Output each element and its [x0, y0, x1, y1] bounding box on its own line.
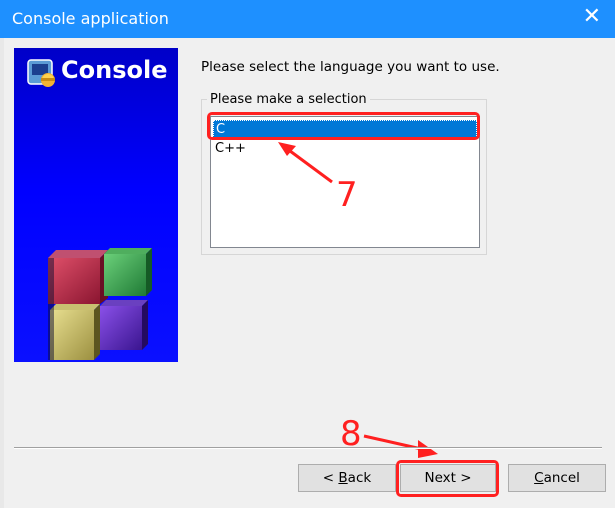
close-icon[interactable]: ✕: [583, 6, 601, 28]
selection-group-label: Please make a selection: [207, 92, 370, 107]
wizard-banner: Console: [14, 48, 178, 362]
cubes-logo-icon: [48, 248, 152, 360]
window-title: Console application: [12, 9, 169, 28]
language-prompt: Please select the language you want to u…: [201, 59, 500, 75]
cancel-button[interactable]: Cancel: [508, 464, 606, 492]
back-button[interactable]: < Back: [298, 464, 396, 492]
window-edge: [0, 38, 4, 508]
console-wizard-icon: [27, 59, 55, 87]
annotation-step-7: 7: [336, 175, 358, 215]
arrow-annotation-8: [363, 434, 438, 458]
title-bar: Console application ✕: [0, 0, 615, 38]
button-separator: [14, 447, 602, 449]
next-button[interactable]: Next >: [400, 464, 496, 492]
banner-title: Console: [61, 56, 168, 84]
